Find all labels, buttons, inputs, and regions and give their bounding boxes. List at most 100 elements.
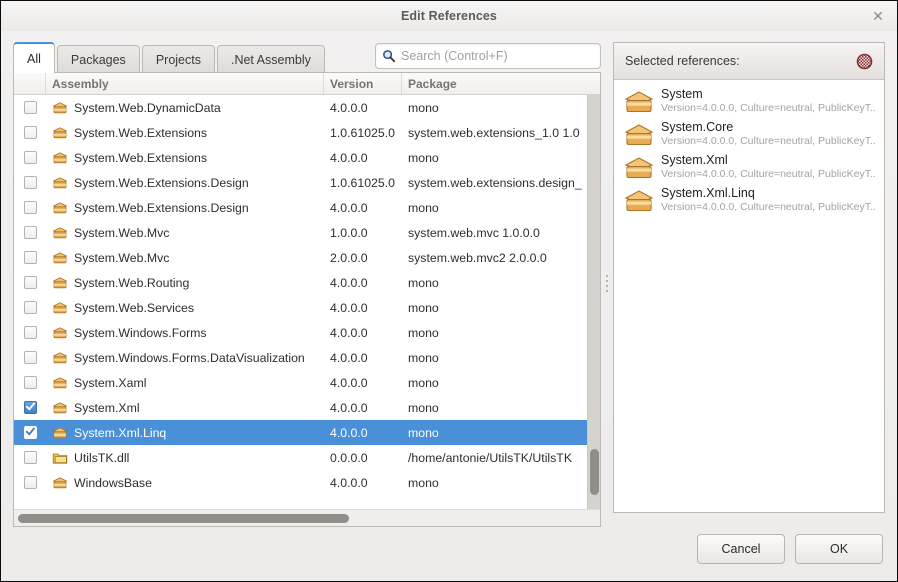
table-row[interactable]: System.Web.Routing 4.0.0.0 mono [14, 270, 600, 295]
selected-reference-name: System.Xml [661, 153, 728, 167]
table-row[interactable]: System.Web.DynamicData 4.0.0.0 mono [14, 95, 600, 120]
selected-reference-details: Version=4.0.0.0, Culture=neutral, Public… [661, 135, 876, 147]
dialog-footer: Cancel OK [1, 527, 897, 581]
table-row[interactable]: System.Web.Mvc 2.0.0.0 system.web.mvc2 2.0… [14, 245, 600, 270]
row-version-cell: 4.0.0.0 [330, 200, 368, 215]
selected-reference-texts: System.Xml.Linq Version=4.0.0.0, Culture=… [661, 186, 876, 214]
selected-reference-item[interactable]: System.Xml.Linq Version=4.0.0.0, Culture=… [614, 183, 884, 216]
table-row[interactable]: UtilsTK.dll 0.0.0.0/home/antonie/UtilsTK/… [14, 445, 600, 470]
row-assembly-cell: System.Web.Routing [46, 270, 324, 295]
row-checkbox[interactable] [14, 470, 46, 495]
table-row[interactable]: System.Web.Services 4.0.0.0 mono [14, 295, 600, 320]
row-checkbox[interactable] [14, 195, 46, 220]
horizontal-scroll-thumb[interactable] [18, 514, 349, 523]
tab-bar: All Packages Projects .Net Assembly Sear… [13, 39, 601, 73]
row-checkbox[interactable] [14, 295, 46, 320]
table-horizontal-scrollbar[interactable] [14, 509, 600, 526]
tab-all[interactable]: All [13, 42, 55, 73]
dialog-body: All Packages Projects .Net Assembly Sear… [1, 31, 897, 527]
row-package-cell: mono [408, 325, 439, 340]
table-vertical-scrollbar[interactable] [587, 95, 600, 509]
column-header-assembly[interactable]: Assembly [46, 73, 324, 94]
row-package-cell: mono [408, 275, 439, 290]
row-checkbox[interactable] [14, 245, 46, 270]
row-checkbox[interactable] [14, 220, 46, 245]
row-assembly-cell: System.Xml.Linq [46, 420, 324, 445]
table-header: Assembly Version Package [14, 73, 600, 95]
ok-button[interactable]: OK [795, 534, 883, 564]
row-checkbox[interactable] [14, 95, 46, 120]
selected-reference-item[interactable]: System Version=4.0.0.0, Culture=neutral, … [614, 84, 884, 117]
table-row[interactable]: System.Xml 4.0.0.0 mono [14, 395, 600, 420]
table-row[interactable]: System.Windows.Forms 4.0.0.0 mono [14, 320, 600, 345]
row-package-cell: mono [408, 300, 439, 315]
row-checkbox[interactable] [14, 145, 46, 170]
row-package-cell: mono [408, 425, 439, 440]
row-checkbox[interactable] [14, 445, 46, 470]
table-row[interactable]: System.Web.Extensions.Design 4.0.0.0 mono [14, 195, 600, 220]
grip-dots-icon [606, 274, 608, 292]
row-checkbox[interactable] [14, 120, 46, 145]
table-row[interactable]: System.Windows.Forms.DataVisualization 4.… [14, 345, 600, 370]
tab-packages[interactable]: Packages [56, 45, 140, 73]
row-checkbox[interactable] [14, 270, 46, 295]
tab-all-label: All [27, 51, 41, 66]
assembly-icon [52, 201, 68, 215]
selected-references-list: System Version=4.0.0.0, Culture=neutral, … [614, 80, 884, 512]
edit-references-dialog: Edit References ✕ All Packages Projects … [0, 0, 898, 582]
assembly-icon [52, 426, 68, 440]
selected-reference-item[interactable]: System.Xml Version=4.0.0.0, Culture=neutr… [614, 150, 884, 183]
assembly-icon [52, 301, 68, 315]
page-title: Edit References [401, 9, 497, 23]
assembly-icon [52, 326, 68, 340]
assembly-icon [624, 188, 654, 214]
assembly-icon [52, 351, 68, 365]
assembly-browser-pane: All Packages Projects .Net Assembly Sear… [13, 39, 601, 527]
table-row[interactable]: System.Xml.Linq 4.0.0.0 mono [14, 420, 600, 445]
row-checkbox[interactable] [14, 395, 46, 420]
cancel-button[interactable]: Cancel [697, 534, 785, 564]
table-row[interactable]: System.Web.Extensions 1.0.61025.0 system.w… [14, 120, 600, 145]
assembly-icon [52, 176, 68, 190]
table-row[interactable]: System.Web.Mvc 1.0.0.0 system.web.mvc 1.0.… [14, 220, 600, 245]
table-row[interactable]: System.Web.Extensions.Design 1.0.61025.0 s… [14, 170, 600, 195]
row-assembly-cell: System.Web.Extensions.Design [46, 195, 324, 220]
tab-projects-label: Projects [155, 52, 201, 67]
assembly-icon [624, 122, 654, 148]
table-body: System.Web.DynamicData 4.0.0.0 mono System.… [14, 95, 600, 509]
selected-reference-item[interactable]: System.Core Version=4.0.0.0, Culture=neut… [614, 117, 884, 150]
row-version-cell: 4.0.0.0 [330, 300, 368, 315]
row-package-cell: mono [408, 375, 439, 390]
clear-all-icon[interactable] [856, 53, 873, 70]
pane-splitter-handle[interactable] [601, 39, 613, 527]
row-assembly-name: System.Web.Extensions.Design [74, 175, 249, 190]
assembly-icon [52, 276, 68, 290]
row-assembly-cell: System.Web.Mvc [46, 220, 324, 245]
search-input[interactable]: Search (Control+F) [375, 43, 601, 69]
tab-projects[interactable]: Projects [141, 45, 215, 73]
table-row[interactable]: System.Xaml 4.0.0.0 mono [14, 370, 600, 395]
tab-net-assembly[interactable]: .Net Assembly [216, 45, 325, 73]
row-assembly-name: System.Windows.Forms [74, 325, 207, 340]
table-row[interactable]: System.Web.Extensions 4.0.0.0 mono [14, 145, 600, 170]
row-checkbox[interactable] [14, 420, 46, 445]
row-checkbox[interactable] [14, 170, 46, 195]
close-icon[interactable]: ✕ [867, 5, 889, 27]
row-assembly-name: WindowsBase [74, 475, 152, 490]
column-header-version[interactable]: Version [324, 73, 402, 94]
row-checkbox[interactable] [14, 345, 46, 370]
vertical-scroll-thumb[interactable] [590, 449, 599, 495]
row-assembly-cell: System.Web.Extensions.Design [46, 170, 324, 195]
column-header-package[interactable]: Package [402, 73, 600, 94]
search-container: Search (Control+F) [375, 43, 601, 69]
row-assembly-cell: UtilsTK.dll [46, 445, 324, 470]
row-package-cell: system.web.extensions_1.0 1.0 [408, 125, 580, 140]
row-assembly-name: System.Web.Mvc [74, 225, 170, 240]
table-row[interactable]: WindowsBase 4.0.0.0 mono [14, 470, 600, 495]
row-assembly-name: UtilsTK.dll [74, 450, 130, 465]
row-checkbox[interactable] [14, 320, 46, 345]
row-checkbox[interactable] [14, 370, 46, 395]
assembly-icon [52, 151, 68, 165]
tab-packages-label: Packages [70, 52, 126, 67]
column-header-checkbox[interactable] [14, 73, 46, 94]
